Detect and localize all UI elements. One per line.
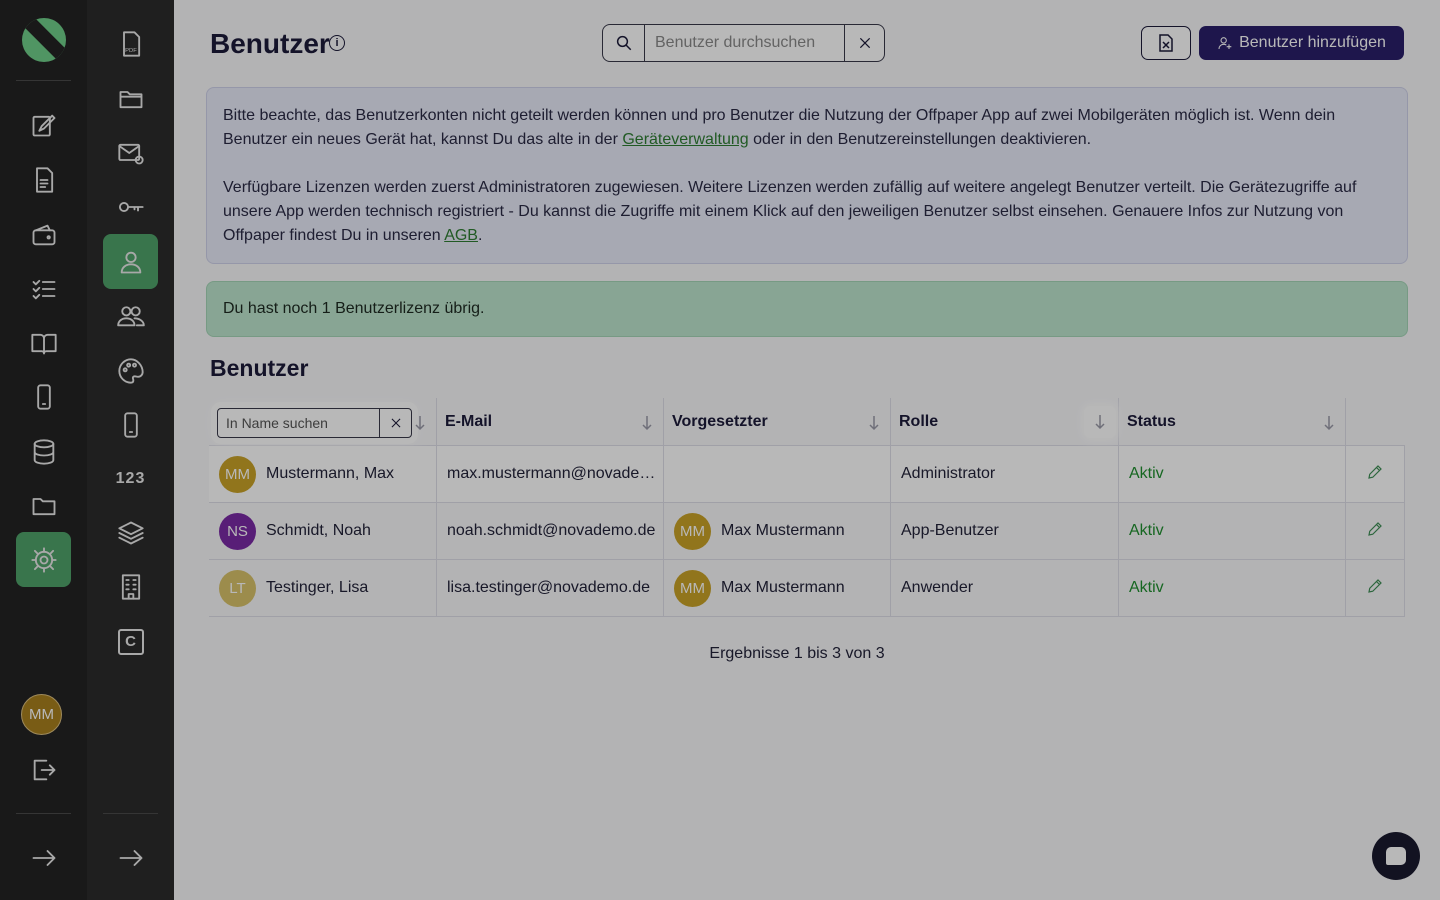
app-logo[interactable]: [22, 18, 66, 62]
user-role: Administrator: [891, 446, 1119, 502]
add-user-button[interactable]: Benutzer hinzufügen: [1199, 26, 1404, 60]
search-icon[interactable]: [603, 25, 645, 61]
status-badge: Aktiv: [1119, 503, 1346, 559]
wallet-icon[interactable]: [16, 207, 71, 262]
main-content: Benutzer i Benutzer hinzufügen Bitte bea…: [174, 0, 1440, 900]
svg-text:PDF: PDF: [125, 48, 137, 54]
user-email: noah.schmidt@novademo.de: [437, 503, 664, 559]
user-supervisor: MM Max Mustermann: [664, 560, 891, 616]
notice-paragraph-2: Verfügbare Lizenzen werden zuerst Admini…: [223, 179, 1357, 244]
status-badge: Aktiv: [1119, 560, 1346, 616]
column-name: [209, 398, 437, 445]
sidebar-divider: [16, 813, 71, 814]
avatar: MM: [219, 455, 256, 493]
page-title: Benutzer: [210, 28, 330, 59]
layers-icon[interactable]: [103, 505, 158, 560]
pdf-icon[interactable]: PDF: [103, 16, 158, 71]
user-role: App-Benutzer: [891, 503, 1119, 559]
edit-pencil-icon[interactable]: [1366, 520, 1384, 543]
sort-arrow-icon[interactable]: [414, 415, 426, 431]
device-management-link[interactable]: Geräteverwaltung: [622, 131, 748, 148]
users-table: E-Mail Vorgesetzter Rolle Status MM Must…: [209, 398, 1405, 617]
palette-icon[interactable]: [103, 343, 158, 398]
sort-arrow-icon[interactable]: [1323, 415, 1335, 431]
copyright-c-icon[interactable]: C: [103, 614, 158, 669]
name-filter-input[interactable]: [218, 409, 379, 437]
sidebar-divider: [16, 80, 71, 81]
user-name: Mustermann, Max: [266, 465, 395, 482]
folder-open-icon[interactable]: [103, 71, 158, 126]
users-single-icon[interactable]: [103, 234, 158, 289]
search-input[interactable]: [645, 25, 844, 61]
chat-bubble-icon: [1386, 847, 1406, 865]
document-icon[interactable]: [16, 152, 71, 207]
building-icon[interactable]: [103, 559, 158, 614]
add-user-icon: [1218, 37, 1232, 50]
pagination-results: Ergebnisse 1 bis 3 von 3: [709, 645, 885, 662]
column-role[interactable]: Rolle: [891, 398, 1119, 445]
numbering-icon[interactable]: 123: [103, 451, 158, 506]
smartphone-icon[interactable]: [103, 397, 158, 452]
excel-export-icon: [1159, 34, 1173, 52]
user-supervisor: [664, 446, 891, 502]
key-icon[interactable]: [103, 179, 158, 234]
clear-search-close-icon[interactable]: [844, 25, 884, 61]
user-name: Schmidt, Noah: [266, 522, 371, 539]
table-row[interactable]: LT Testinger, Lisa lisa.testinger@novade…: [209, 560, 1405, 617]
chat-support-button[interactable]: [1372, 832, 1420, 880]
column-status[interactable]: Status: [1119, 398, 1346, 445]
primary-sidebar: MM: [0, 0, 87, 900]
avatar: NS: [219, 512, 256, 550]
sort-arrow-icon[interactable]: [868, 415, 880, 431]
info-icon[interactable]: i: [329, 35, 345, 51]
license-notice: Du hast noch 1 Benutzerlizenz übrig.: [206, 281, 1408, 337]
expand-arrow-icon[interactable]: [103, 830, 158, 885]
user-search: [602, 24, 885, 62]
info-notice: Bitte beachte, das Benutzerkonten nicht …: [206, 87, 1408, 264]
add-user-label: Benutzer hinzufügen: [1239, 34, 1386, 51]
name-filter: [217, 408, 412, 438]
settings-gear-icon[interactable]: [16, 532, 71, 587]
database-icon[interactable]: [16, 424, 71, 479]
expand-arrow-icon[interactable]: [16, 830, 71, 885]
table-row[interactable]: MM Mustermann, Max max.mustermann@novade…: [209, 446, 1405, 503]
sort-arrow-icon[interactable]: [1084, 406, 1116, 438]
user-role: Anwender: [891, 560, 1119, 616]
user-name: Testinger, Lisa: [266, 579, 369, 596]
user-supervisor: MM Max Mustermann: [664, 503, 891, 559]
user-email: max.mustermann@novade…: [437, 446, 664, 502]
book-icon[interactable]: [16, 315, 71, 370]
form-editor-icon[interactable]: [16, 97, 71, 152]
checklist-icon[interactable]: [16, 261, 71, 316]
folder-icon[interactable]: [16, 478, 71, 533]
terms-link[interactable]: AGB: [444, 227, 478, 244]
mobile-device-icon[interactable]: [16, 369, 71, 424]
excel-export-button[interactable]: [1141, 26, 1191, 60]
clear-filter-close-icon[interactable]: [379, 409, 411, 437]
status-badge: Aktiv: [1119, 446, 1346, 502]
avatar: MM: [674, 569, 711, 607]
avatar: LT: [219, 569, 256, 607]
logout-icon[interactable]: [16, 742, 71, 797]
table-header: E-Mail Vorgesetzter Rolle Status: [209, 398, 1405, 446]
sort-arrow-icon[interactable]: [641, 415, 653, 431]
sidebar-divider: [103, 813, 158, 814]
user-group-icon[interactable]: [103, 288, 158, 343]
user-email: lisa.testinger@novademo.de: [437, 560, 664, 616]
avatar: MM: [674, 512, 711, 550]
edit-pencil-icon[interactable]: [1366, 463, 1384, 486]
user-avatar[interactable]: MM: [21, 694, 62, 735]
column-email[interactable]: E-Mail: [437, 398, 664, 445]
table-row[interactable]: NS Schmidt, Noah noah.schmidt@novademo.d…: [209, 503, 1405, 560]
column-supervisor[interactable]: Vorgesetzter: [664, 398, 891, 445]
column-actions: [1346, 398, 1405, 445]
notice-paragraph-1: Bitte beachte, das Benutzerkonten nicht …: [223, 107, 1336, 148]
section-title: Benutzer: [210, 355, 309, 381]
mail-icon[interactable]: [103, 125, 158, 180]
secondary-sidebar: PDF 123 C: [87, 0, 174, 900]
edit-pencil-icon[interactable]: [1366, 577, 1384, 600]
